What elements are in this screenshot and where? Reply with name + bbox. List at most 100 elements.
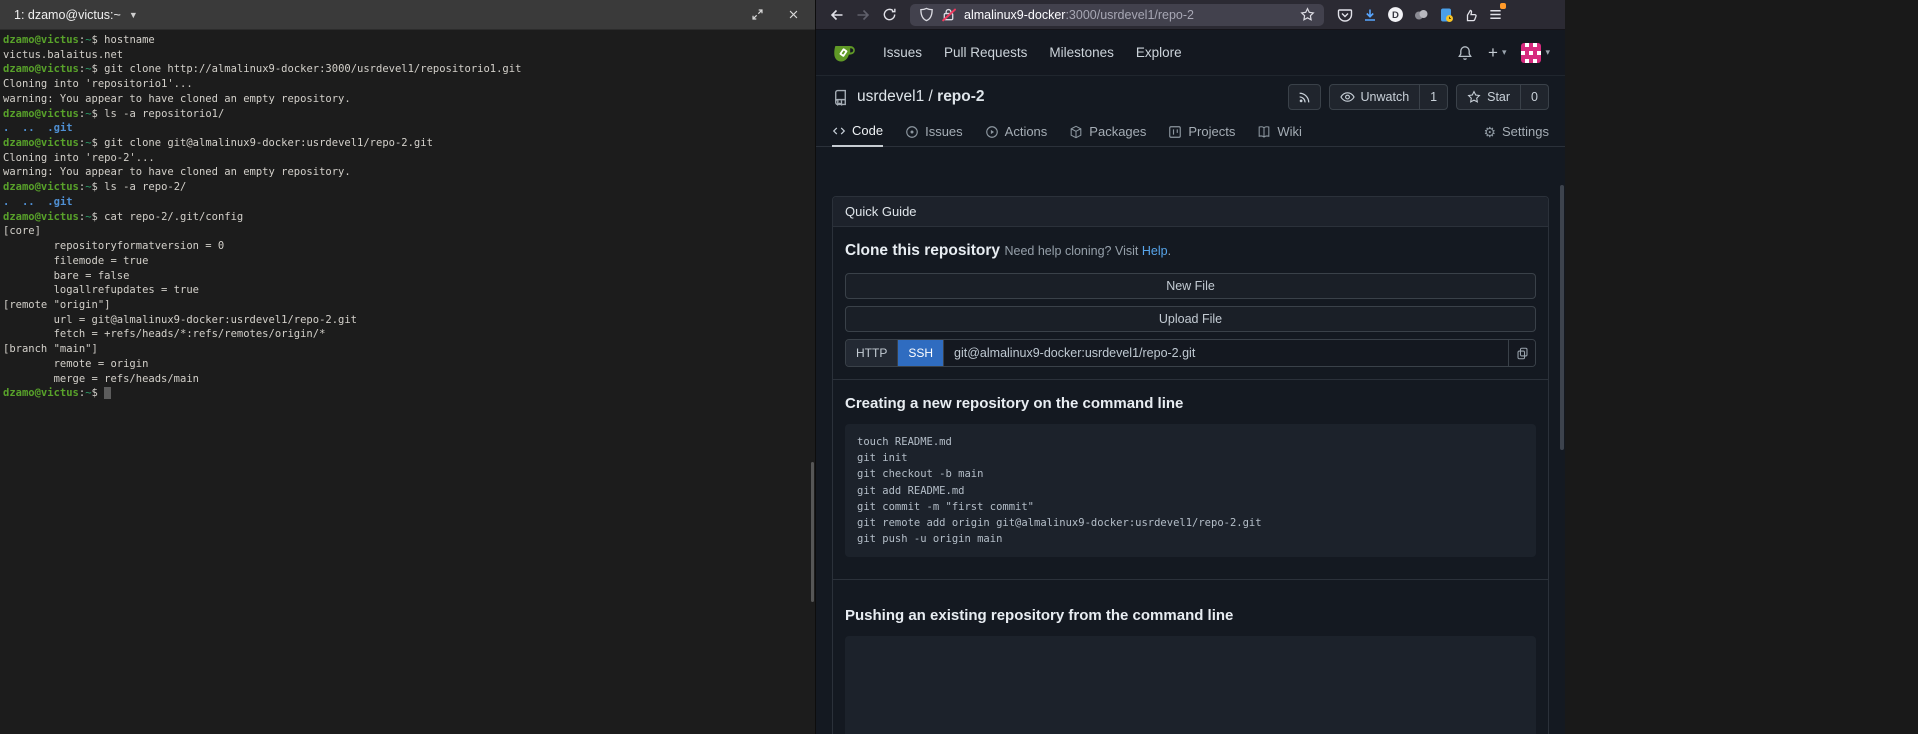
back-button[interactable] <box>824 3 850 27</box>
terminal-line: remote = origin <box>3 357 815 372</box>
quick-guide-header: Quick Guide <box>833 197 1548 227</box>
clone-url-input[interactable]: git@almalinux9-docker:usrdevel1/repo-2.g… <box>944 340 1508 366</box>
terminal-scrollbar[interactable] <box>811 462 814 602</box>
star-count[interactable]: 0 <box>1520 85 1548 109</box>
watch-button[interactable]: Unwatch 1 <box>1329 84 1449 110</box>
hamburger-icon <box>1488 7 1503 22</box>
tab-issues[interactable]: Issues <box>905 124 963 146</box>
book-icon <box>1257 125 1271 139</box>
document-extension-icon[interactable] <box>1438 7 1454 23</box>
ssh-protocol-button[interactable]: SSH <box>898 340 944 366</box>
forward-button[interactable] <box>850 3 876 27</box>
tab-code[interactable]: Code <box>832 123 883 147</box>
create-new-button[interactable]: + ▾ <box>1488 44 1506 61</box>
repo-name-link[interactable]: repo-2 <box>937 88 984 105</box>
tab-wiki-label: Wiki <box>1277 124 1302 139</box>
dark-reader-icon[interactable]: D <box>1387 6 1404 23</box>
nav-issues[interactable]: Issues <box>883 45 922 60</box>
nav-pull-requests[interactable]: Pull Requests <box>944 45 1027 60</box>
terminal-line: repositoryformatversion = 0 <box>3 239 815 254</box>
terminal-output[interactable]: dzamo@victus:~$ hostnamevictus.balaitus.… <box>0 30 815 401</box>
gitea-page: Issues Pull Requests Milestones Explore … <box>816 30 1565 734</box>
tab-actions[interactable]: Actions <box>985 124 1048 146</box>
tab-settings[interactable]: ⚙ Settings <box>1483 124 1549 146</box>
watch-count[interactable]: 1 <box>1419 85 1447 109</box>
gear-icon: ⚙ <box>1483 125 1496 139</box>
close-window-button[interactable] <box>785 7 801 23</box>
star-button[interactable]: Star 0 <box>1456 84 1549 110</box>
repo-tabs: Code Issues Actions Packages <box>816 118 1565 147</box>
repo-owner-link[interactable]: usrdevel1 <box>857 88 924 105</box>
push-repo-heading: Pushing an existing repository from the … <box>845 606 1536 625</box>
upload-file-button[interactable]: Upload File <box>845 306 1536 332</box>
http-protocol-button[interactable]: HTTP <box>846 340 898 366</box>
tab-wiki[interactable]: Wiki <box>1257 124 1302 146</box>
code-line: git remote add origin git@almalinux9-doc… <box>857 515 1524 531</box>
terminal-line: logallrefupdates = true <box>3 283 815 298</box>
copy-url-button[interactable] <box>1508 340 1535 366</box>
terminal-line: [branch "main"] <box>3 342 815 357</box>
nav-milestones[interactable]: Milestones <box>1049 45 1114 60</box>
repo-separator: / <box>929 88 933 105</box>
chevron-down-icon[interactable]: ▼ <box>129 10 138 20</box>
quick-guide-panel: Quick Guide Clone this repository Need h… <box>832 196 1549 734</box>
user-avatar <box>1521 43 1541 63</box>
thumbs-extension-icon[interactable] <box>1463 7 1479 23</box>
code-line: git checkout -b main <box>857 466 1524 482</box>
reload-icon <box>882 7 897 22</box>
new-file-button[interactable]: New File <box>845 273 1536 299</box>
notifications-bell-icon[interactable] <box>1457 45 1473 61</box>
downloads-icon[interactable] <box>1362 7 1378 23</box>
tab-settings-label: Settings <box>1502 124 1549 139</box>
terminal-line: warning: You appear to have cloned an em… <box>3 165 815 180</box>
terminal-line: dzamo@victus:~$ ls -a repo-2/ <box>3 180 815 195</box>
restore-window-button[interactable] <box>749 7 765 23</box>
terminal-title: 1: dzamo@victus:~ <box>14 8 121 22</box>
app-menu-button[interactable] <box>1488 7 1503 22</box>
shield-icon[interactable] <box>919 7 934 22</box>
page-scrollbar[interactable] <box>1560 185 1564 450</box>
gray-extension-icon[interactable] <box>1413 7 1429 23</box>
repo-title: usrdevel1 / repo-2 <box>857 88 985 106</box>
star-label: Star <box>1487 90 1510 104</box>
help-link[interactable]: Help <box>1142 244 1168 258</box>
terminal-line: dzamo@victus:~$ git clone http://almalin… <box>3 62 815 77</box>
url-bar[interactable]: almalinux9-docker:3000/usrdevel1/repo-2 <box>910 4 1324 26</box>
url-host: almalinux9-docker <box>964 8 1065 22</box>
tab-packages[interactable]: Packages <box>1069 124 1146 146</box>
code-line: git init <box>857 450 1524 466</box>
code-line: git add README.md <box>857 483 1524 499</box>
chevron-down-icon: ▾ <box>1545 47 1550 58</box>
nav-explore[interactable]: Explore <box>1136 45 1182 60</box>
svg-text:D: D <box>1392 10 1399 21</box>
code-icon <box>832 124 846 138</box>
code-line: touch README.md <box>857 434 1524 450</box>
terminal-line: . .. .git <box>3 195 815 210</box>
push-repo-section: Pushing an existing repository from the … <box>833 580 1548 734</box>
tab-projects[interactable]: Projects <box>1168 124 1235 146</box>
reload-button[interactable] <box>876 3 902 27</box>
terminal-line: dzamo@victus:~$ git clone git@almalinux9… <box>3 136 815 151</box>
terminal-line: [remote "origin"] <box>3 298 815 313</box>
code-line: git commit -m "first commit" <box>857 499 1524 515</box>
user-menu-button[interactable]: ▾ <box>1521 43 1550 63</box>
star-icon <box>1467 90 1481 104</box>
tab-projects-label: Projects <box>1188 124 1235 139</box>
terminal-line: Cloning into 'repo-2'... <box>3 151 815 166</box>
terminal-titlebar[interactable]: 1: dzamo@victus:~ ▼ <box>0 0 815 30</box>
rss-button[interactable] <box>1288 84 1321 110</box>
terminal-line: . .. .git <box>3 121 815 136</box>
terminal-line: dzamo@victus:~$ cat repo-2/.git/config <box>3 210 815 225</box>
terminal-line: victus.balaitus.net <box>3 48 815 63</box>
project-board-icon <box>1168 125 1182 139</box>
tab-code-label: Code <box>852 123 883 138</box>
create-repo-heading: Creating a new repository on the command… <box>845 394 1536 413</box>
url-text: almalinux9-docker:3000/usrdevel1/repo-2 <box>964 8 1293 22</box>
insecure-lock-icon[interactable] <box>941 7 957 23</box>
pocket-icon[interactable] <box>1337 7 1353 23</box>
url-path: :3000/usrdevel1/repo-2 <box>1065 8 1194 22</box>
bookmark-star-icon[interactable] <box>1300 7 1315 22</box>
close-icon <box>788 9 799 20</box>
gitea-logo[interactable] <box>831 40 857 66</box>
terminal-window: 1: dzamo@victus:~ ▼ dzamo@victus:~$ host… <box>0 0 815 734</box>
